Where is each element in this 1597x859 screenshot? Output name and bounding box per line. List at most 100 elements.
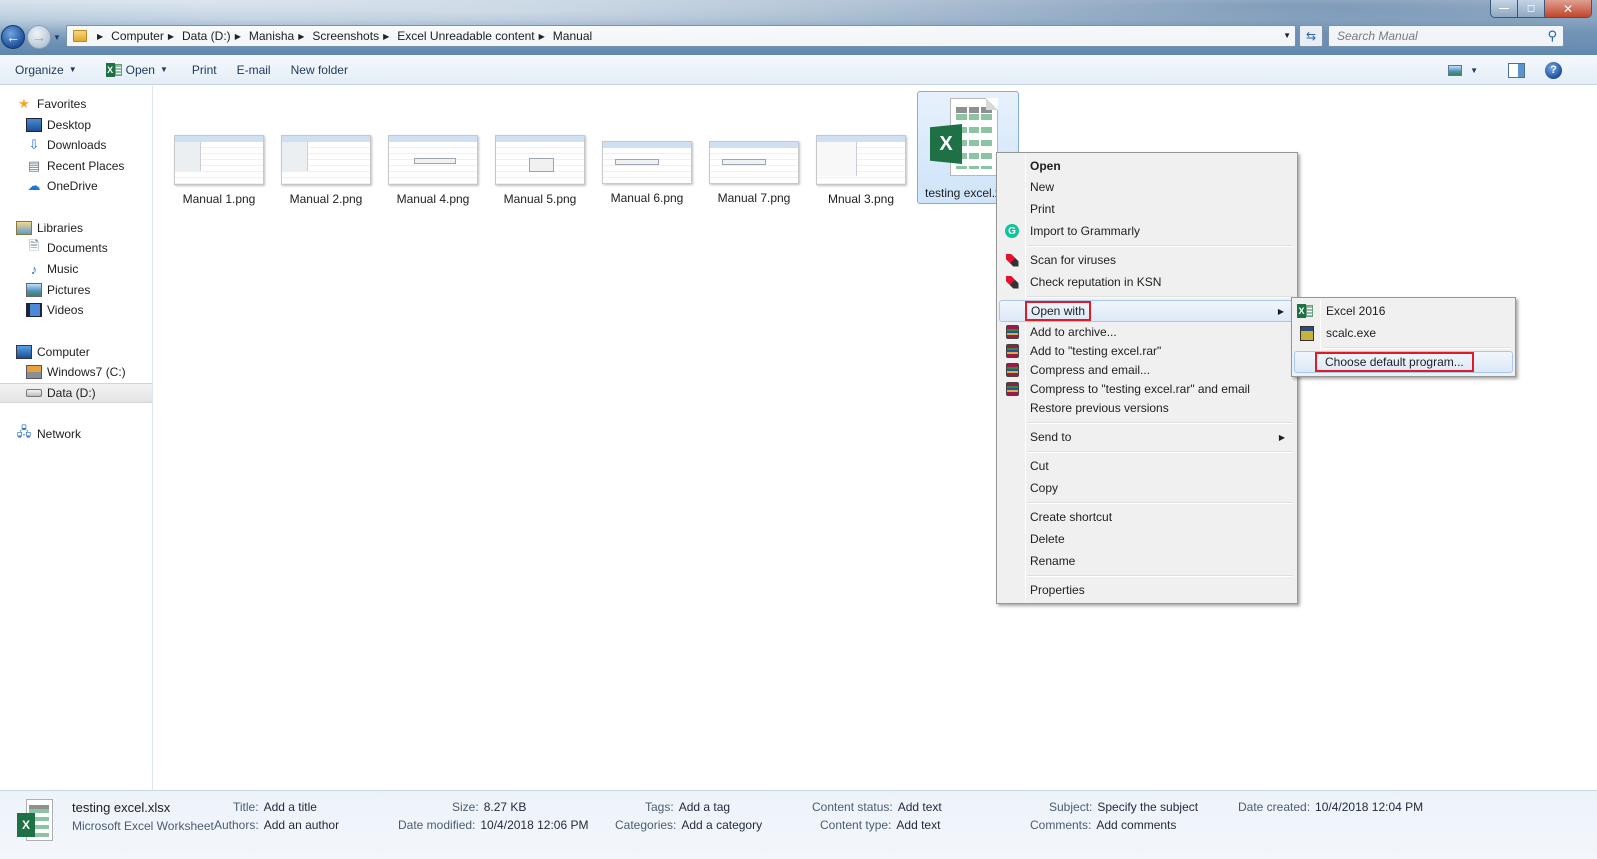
forward-button[interactable]: → <box>27 25 51 49</box>
menu-item-open[interactable]: Open <box>999 155 1295 177</box>
chevron-right-icon[interactable]: ▶ <box>539 32 545 41</box>
field-value[interactable]: Add comments <box>1096 818 1176 832</box>
refresh-icon: ⇆ <box>1305 29 1317 43</box>
field-value[interactable]: Add text <box>896 818 940 832</box>
new-folder-button[interactable]: New folder <box>291 63 348 77</box>
file-item[interactable]: Manual 6.png <box>597 141 697 205</box>
menu-item-print[interactable]: Print <box>999 198 1295 220</box>
breadcrumb-item[interactable]: Excel Unreadable content ▶ <box>397 29 553 43</box>
kaspersky-icon <box>1005 253 1019 267</box>
field-value[interactable]: Add an author <box>264 818 339 832</box>
chevron-right-icon[interactable]: ▶ <box>235 32 241 41</box>
nav-data-d[interactable]: Data (D:) <box>0 383 152 403</box>
menu-item-rename[interactable]: Rename <box>999 550 1295 572</box>
view-options-dropdown[interactable]: ▼ <box>1470 66 1478 75</box>
kaspersky-icon <box>1005 275 1019 289</box>
breadcrumb-item[interactable]: Screenshots ▶ <box>312 29 397 43</box>
winrar-icon <box>1005 382 1019 396</box>
chevron-right-icon[interactable]: ▶ <box>298 32 304 41</box>
breadcrumb-item[interactable]: Manisha ▶ <box>249 29 313 43</box>
preview-pane-icon[interactable] <box>1508 62 1525 78</box>
menu-item-copy[interactable]: Copy <box>999 477 1295 499</box>
field-tags[interactable]: Tags: Add a tag <box>645 800 730 814</box>
address-bar[interactable]: ▶ Computer ▶ Data (D:) ▶ Manisha ▶ Screensh… <box>66 25 1296 47</box>
menu-item-properties[interactable]: Properties <box>999 579 1295 601</box>
refresh-button[interactable]: ⇆ <box>1299 25 1323 47</box>
menu-label: Create shortcut <box>1030 510 1113 524</box>
recent-pages-dropdown[interactable]: ▼ <box>53 33 61 42</box>
close-button[interactable]: ✕ <box>1545 0 1591 17</box>
organize-label: Organize <box>15 62 64 77</box>
organize-button[interactable]: Organize ▼ <box>15 63 77 77</box>
help-icon[interactable]: ? <box>1545 61 1562 79</box>
field-comments[interactable]: Comments: Add comments <box>1030 818 1176 832</box>
menu-item-delete[interactable]: Delete <box>999 528 1295 550</box>
nav-computer[interactable]: Computer <box>16 342 168 362</box>
field-content-status[interactable]: Content status: Add text <box>812 800 942 814</box>
field-subject[interactable]: Subject: Specify the subject <box>1049 800 1198 814</box>
field-value[interactable]: 10/4/2018 12:04 PM <box>1315 800 1423 814</box>
nav-label: Desktop <box>47 118 92 132</box>
menu-item-scan-viruses[interactable]: Scan for viruses <box>999 249 1295 271</box>
maximize-button[interactable]: ◻ <box>1518 0 1545 17</box>
file-item[interactable]: Manual 7.png <box>704 141 804 205</box>
menu-item-create-shortcut[interactable]: Create shortcut <box>999 506 1295 528</box>
menu-label: Add to "testing excel.rar" <box>1030 344 1162 358</box>
file-item[interactable]: Manual 5.png <box>490 135 590 206</box>
menu-item-import-grammarly[interactable]: G Import to Grammarly <box>999 220 1295 242</box>
menu-separator <box>1322 347 1510 349</box>
print-button[interactable]: Print <box>192 63 217 77</box>
file-item[interactable]: Mnual 3.png <box>811 135 911 206</box>
field-value[interactable]: 10/4/2018 12:06 PM <box>480 818 588 832</box>
breadcrumb-root-arrow[interactable]: ▶ <box>93 32 111 41</box>
arrow-left-icon: ← <box>6 29 20 45</box>
field-label: Content status: <box>812 800 893 814</box>
nav-libraries[interactable]: Libraries <box>16 218 168 238</box>
field-content-type[interactable]: Content type: Add text <box>820 818 940 832</box>
file-item[interactable]: Manual 4.png <box>383 135 483 206</box>
change-view-icon[interactable] <box>1448 64 1463 76</box>
field-value[interactable]: Add a title <box>264 800 317 814</box>
address-history-dropdown[interactable]: ▼ <box>1283 31 1291 40</box>
field-authors[interactable]: Authors: Add an author <box>214 818 339 832</box>
file-item[interactable]: Manual 2.png <box>276 135 376 206</box>
menu-item-restore-versions[interactable]: Restore previous versions <box>999 397 1295 419</box>
breadcrumb-item[interactable]: Computer ▶ <box>111 29 182 43</box>
menu-item-send-to[interactable]: Send to ▶ <box>999 426 1295 448</box>
menu-item-new[interactable]: New <box>999 176 1295 198</box>
menu-separator <box>1027 245 1293 247</box>
back-button[interactable]: ← <box>1 25 25 49</box>
menu-item-cut[interactable]: Cut <box>999 455 1295 477</box>
chevron-right-icon[interactable]: ▶ <box>168 32 174 41</box>
menu-item-check-reputation[interactable]: Check reputation in KSN <box>999 271 1295 293</box>
field-value[interactable]: Add a tag <box>679 800 730 814</box>
field-title[interactable]: Title: Add a title <box>233 800 317 814</box>
email-button[interactable]: E-mail <box>237 63 271 77</box>
chevron-right-icon[interactable]: ▶ <box>383 32 389 41</box>
field-value[interactable]: Specify the subject <box>1097 800 1198 814</box>
file-item[interactable]: Manual 1.png <box>169 135 269 206</box>
field-value[interactable]: Add text <box>898 800 942 814</box>
search-icon[interactable]: ⚲ <box>1547 28 1557 44</box>
chevron-down-icon[interactable]: ▼ <box>160 65 168 74</box>
field-date-created[interactable]: Date created: 10/4/2018 12:04 PM <box>1238 800 1423 814</box>
file-list: Manual 1.png Manual 2.png Manual 4.png M… <box>154 86 1597 790</box>
field-date-modified[interactable]: Date modified: 10/4/2018 12:06 PM <box>398 818 588 832</box>
submenu-item-excel-2016[interactable]: X Excel 2016 <box>1294 300 1513 322</box>
nav-favorites[interactable]: ★ Favorites <box>16 94 168 114</box>
submenu-item-scalc[interactable]: scalc.exe <box>1294 322 1513 344</box>
menu-label: Compress and email... <box>1030 363 1151 377</box>
submenu-item-choose-default[interactable]: Choose default program... <box>1294 351 1513 373</box>
field-value[interactable]: Add a category <box>681 818 762 832</box>
menu-item-open-with[interactable]: Open with ▶ <box>999 300 1295 322</box>
excel-icon: X <box>105 62 122 77</box>
breadcrumb-item[interactable]: Manual <box>553 29 592 43</box>
search-input[interactable] <box>1329 26 1529 46</box>
nav-network[interactable]: 🖧 Network <box>16 424 168 444</box>
field-categories[interactable]: Categories: Add a category <box>615 818 762 832</box>
winrar-icon <box>1005 344 1019 358</box>
minimize-button[interactable]: — <box>1491 0 1518 17</box>
open-button[interactable]: X Open ▼ <box>105 62 168 77</box>
breadcrumb-item[interactable]: Data (D:) ▶ <box>182 29 249 43</box>
grammarly-icon: G <box>1005 224 1019 238</box>
